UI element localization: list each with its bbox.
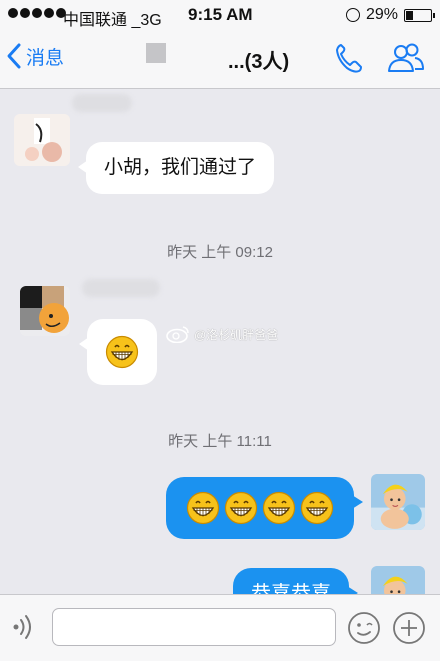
signal-strength-icon <box>8 8 66 18</box>
message-input[interactable] <box>52 608 336 646</box>
phone-icon <box>336 44 362 73</box>
message-bubble-outgoing[interactable]: 恭喜恭喜 <box>233 568 358 594</box>
voice-icon <box>13 615 31 639</box>
avatar[interactable] <box>14 114 70 166</box>
plus-icon <box>393 612 425 644</box>
emoji-icon <box>348 612 380 644</box>
back-chevron-icon <box>7 43 21 69</box>
group-members-button[interactable] <box>384 42 426 79</box>
message-timestamp: 昨天 上午 09:12 <box>167 244 273 261</box>
call-button[interactable] <box>334 42 364 79</box>
status-time: 9:15 AM <box>188 5 253 24</box>
back-label: 消息 <box>26 47 65 69</box>
message-timestamp: 昨天 上午 11:11 <box>168 433 272 450</box>
watermark-text: @洛杉矶胖爸爸 <box>194 327 279 342</box>
back-button[interactable]: 消息 <box>6 42 64 70</box>
group-icon <box>388 43 424 72</box>
message-bubble-outgoing[interactable] <box>166 477 363 539</box>
input-bar <box>0 594 440 661</box>
my-avatar[interactable] <box>371 566 425 594</box>
navigation-bar: 消息 ...(3人) <box>0 32 440 89</box>
carrier-label: 中国联通 _3G <box>63 12 162 29</box>
status-bar: 中国联通 _3G 9:15 AM 29% <box>0 0 440 32</box>
more-button[interactable] <box>392 611 426 650</box>
avatar[interactable] <box>20 286 70 336</box>
message-bubble-incoming[interactable] <box>79 319 157 385</box>
wifi-network-label: _3G <box>131 12 162 29</box>
grin-emoji-icon <box>186 491 220 525</box>
message-list[interactable]: 小胡，我们通过了 昨天 上午 09:12 @洛杉矶胖爸爸 昨天 上午 11:11 <box>0 89 440 594</box>
emoji-button[interactable] <box>347 611 381 650</box>
watermark: @洛杉矶胖爸爸 <box>166 325 278 343</box>
battery-percent: 29% <box>365 6 398 23</box>
chat-title: ...(3人) <box>228 51 290 73</box>
message-text: 恭喜恭喜 <box>251 583 331 594</box>
title-redaction <box>146 43 166 63</box>
rotation-lock-icon <box>345 8 360 22</box>
sender-name-redaction <box>82 279 160 297</box>
message-bubble-incoming[interactable]: 小胡，我们通过了 <box>77 142 275 194</box>
grin-emoji-icon <box>262 491 296 525</box>
grin-emoji-icon <box>300 491 334 525</box>
weibo-logo-icon <box>166 326 189 343</box>
my-avatar[interactable] <box>371 474 425 530</box>
message-text: 小胡，我们通过了 <box>104 157 257 178</box>
battery-group: 29% <box>345 6 435 24</box>
grin-emoji-icon <box>105 335 139 369</box>
sender-name-redaction <box>72 94 132 112</box>
voice-button[interactable] <box>10 611 40 648</box>
battery-icon <box>404 8 435 22</box>
grin-emoji-icon <box>224 491 258 525</box>
